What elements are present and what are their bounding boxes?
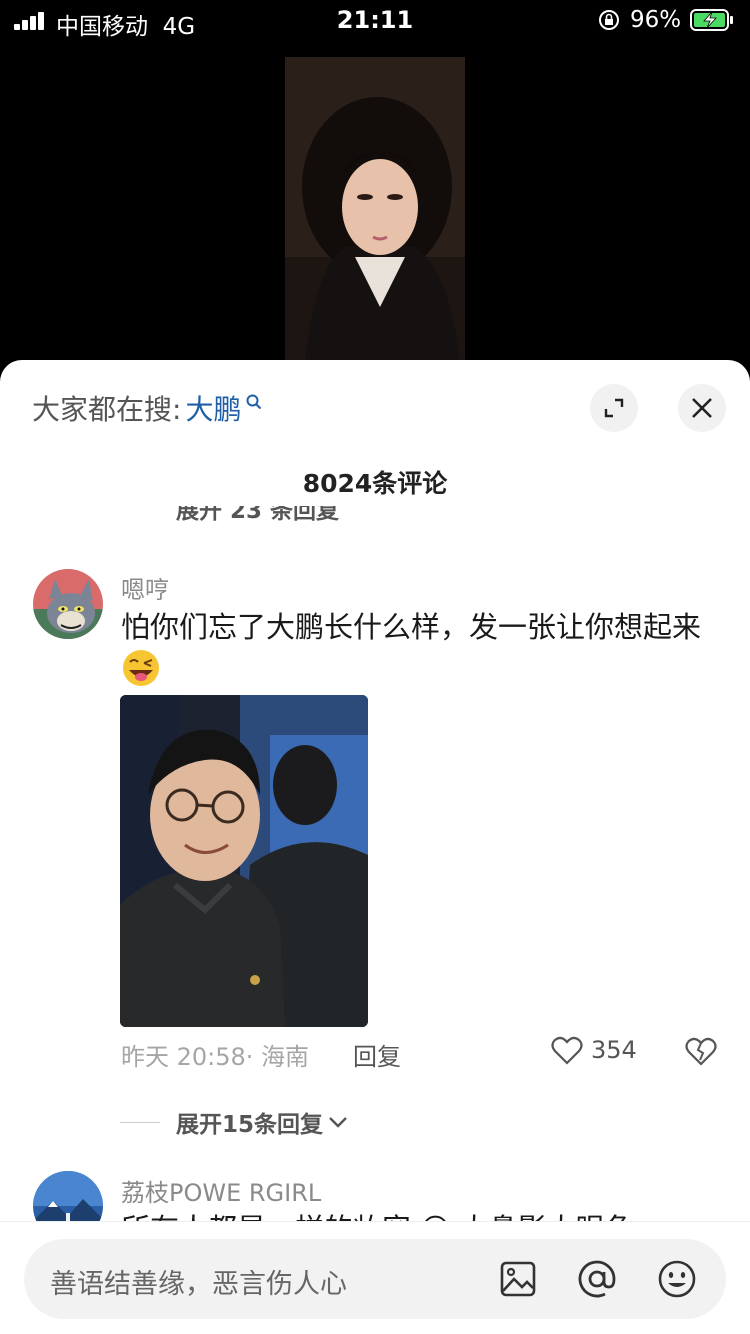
expand-replies-partial[interactable]: 展开 23 条回复 [176,506,339,524]
grinning-tongue-emoji-icon [123,650,159,686]
comment-count-title: 8024条评论 [302,469,448,498]
dislike-broken-heart-icon[interactable] [684,1035,718,1067]
chevron-down-icon [329,1117,347,1128]
divider-line [120,1121,160,1123]
comment-input-bar: 善语结善缘，恶言伤人心 [0,1221,750,1334]
close-icon [692,398,712,418]
hot-search-prefix: 大家都在搜: [32,393,182,426]
video-thumbnail[interactable] [285,57,465,362]
like-button[interactable]: 354 [551,1035,637,1065]
comment-text: 怕你们忘了大鹏长什么样，发一张让你想起来 [121,606,711,691]
avatar[interactable] [33,569,103,639]
emoji-icon[interactable] [655,1257,699,1301]
image-icon[interactable] [496,1257,540,1301]
expand-replies-button[interactable]: 展开15条回复 [120,1105,349,1139]
reply-button[interactable]: 回复 [353,1037,401,1072]
smiling-man-with-glasses-photo [120,695,368,1027]
fullscreen-icon [604,398,624,418]
rotation-lock-icon [599,10,619,30]
status-bar: 中国移动 4G 21:11 96% [0,0,750,44]
comment-photo[interactable] [120,695,368,1027]
search-icon [246,394,262,410]
battery-charging-icon [690,9,733,31]
like-count: 354 [591,1036,637,1064]
comment-input-placeholder: 善语结善缘，恶言伤人心 [50,1269,347,1300]
at-mention-icon[interactable] [575,1257,619,1301]
video-portrait-image [285,57,465,362]
expand-sheet-button[interactable] [590,384,638,432]
hot-search-keyword[interactable]: 大鹏 [185,388,241,428]
comment-username[interactable]: 嗯哼 [121,570,169,605]
comment-sheet: 大家都在搜: 大鹏 8024条评论 展开 23 条回复 嗯哼 怕你们忘了大鹏长什… [0,360,750,1334]
comment-input[interactable]: 善语结善缘，恶言伤人心 [24,1239,726,1319]
cat-cartoon-avatar-image [33,569,103,639]
heart-icon [551,1036,583,1065]
close-sheet-button[interactable] [678,384,726,432]
hot-search-bar[interactable]: 大家都在搜: 大鹏 [32,388,263,428]
battery-percent: 96% [630,7,682,33]
comment-meta: 昨天 20:58· 海南 [121,1043,310,1071]
comment-username[interactable]: 荔枝POWE RGIRL [121,1173,321,1208]
